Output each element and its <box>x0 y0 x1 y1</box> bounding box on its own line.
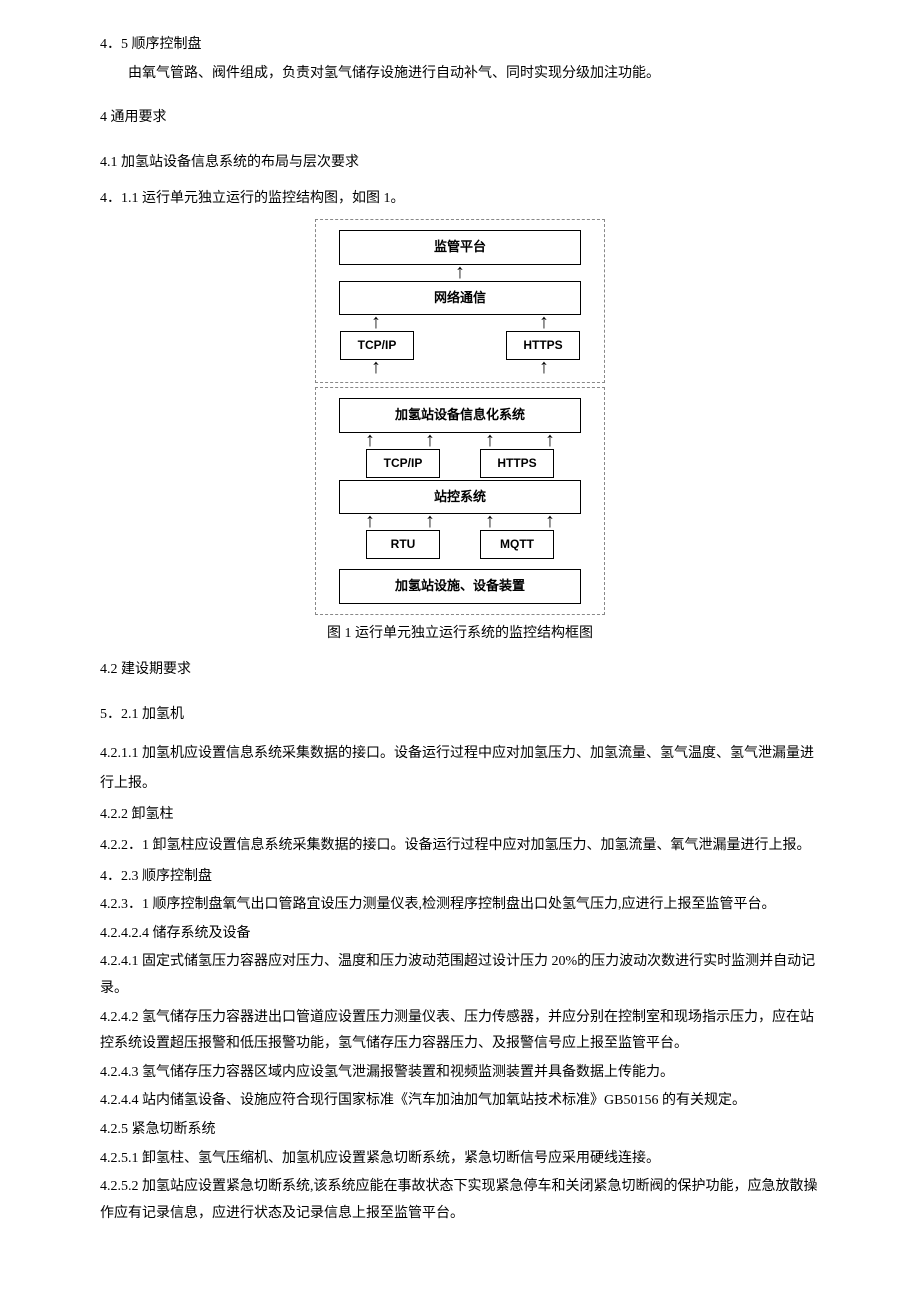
node-platform: 监管平台 <box>339 230 581 265</box>
arrow-icon: ↑ <box>508 360 580 376</box>
para-4-1-1: 4．1.1 运行单元独立运行的监控结构图，如图 1。 <box>100 186 820 213</box>
figure-1: 监管平台 ↑ 网络通信 ↑ ↑ TCP/IP HTTPS ↑ ↑ 加氢站设备信息… <box>100 219 820 647</box>
para-4-2-5-1: 4.2.5.1 卸氢柱、氢气压缩机、加氢机应设置紧急切断系统，紧急切断信号应采用… <box>100 1146 820 1173</box>
diagram-upper-group: 监管平台 ↑ 网络通信 ↑ ↑ TCP/IP HTTPS ↑ ↑ <box>315 219 605 383</box>
heading-4-2-5: 4.2.5 紧急切断系统 <box>100 1117 820 1144</box>
node-mqtt: MQTT <box>480 530 554 559</box>
heading-4-2-4: 4.2.4.2.4 储存系统及设备 <box>100 921 820 948</box>
arrow-row: ↑ ↑ ↑ ↑ <box>340 433 580 449</box>
arrow-icon: ↑ <box>530 514 570 530</box>
heading-4-2-2: 4.2.2 卸氢柱 <box>100 802 820 829</box>
arrow-row: ↑ ↑ <box>340 315 580 331</box>
node-station-control: 站控系统 <box>339 480 581 515</box>
arrow-icon: ↑ <box>455 265 465 281</box>
para-4-2-4-2: 4.2.4.2 氢气储存压力容器进出口管道应设置压力测量仪表、压力传感器，并应分… <box>100 1005 820 1058</box>
arrow-icon: ↑ <box>350 433 390 449</box>
heading-4-1: 4.1 加氢站设备信息系统的布局与层次要求 <box>100 150 820 177</box>
heading-4: 4 通用要求 <box>100 105 820 132</box>
node-info-system: 加氢站设备信息化系统 <box>339 398 581 433</box>
figure-caption: 图 1 运行单元独立运行系统的监控结构框图 <box>327 621 593 648</box>
para-4-2-4-3: 4.2.4.3 氢气储存压力容器区域内应设氢气泄漏报警装置和视频监测装置并具备数… <box>100 1060 820 1087</box>
arrow-icon: ↑ <box>530 433 570 449</box>
para-4-2-4-4: 4.2.4.4 站内储氢设备、设施应符合现行国家标准《汽车加油加气加氧站技术标准… <box>100 1088 820 1115</box>
heading-4-2-3: 4．2.3 顺序控制盘 <box>100 864 820 891</box>
node-https-2: HTTPS <box>480 449 554 478</box>
node-tcpip-2: TCP/IP <box>366 449 440 478</box>
arrow-icon: ↑ <box>470 433 510 449</box>
protocol-row-2: TCP/IP HTTPS <box>360 449 560 478</box>
para-4-2-1-1: 4.2.1.1 加氢机应设置信息系统采集数据的接口。设备运行过程中应对加氢压力、… <box>100 739 820 801</box>
heading-4-2-1: 5．2.1 加氢机 <box>100 702 820 729</box>
para-4-2-4-1: 4.2.4.1 固定式储氢压力容器应对压力、温度和压力波动范围超过设计压力 20… <box>100 949 820 1002</box>
para-4-2-5-2: 4.2.5.2 加氢站应设置紧急切断系统,该系统应能在事故状态下实现紧急停车和关… <box>100 1174 820 1227</box>
para-3-5-body: 由氧气管路、阀件组成，负责对氢气储存设施进行自动补气、同时实现分级加注功能。 <box>100 61 820 88</box>
node-equipment: 加氢站设施、设备装置 <box>339 569 581 604</box>
arrow-icon: ↑ <box>340 315 412 331</box>
arrow-row: ↑ ↑ ↑ ↑ <box>340 514 580 530</box>
diagram-lower-group: 加氢站设备信息化系统 ↑ ↑ ↑ ↑ TCP/IP HTTPS 站控系统 ↑ ↑… <box>315 387 605 615</box>
para-4-2-3-1: 4.2.3．1 顺序控制盘氧气出口管路宜设压力测量仪表,检测程序控制盘出口处氢气… <box>100 892 820 919</box>
arrow-icon: ↑ <box>508 315 580 331</box>
node-rtu: RTU <box>366 530 440 559</box>
heading-4-2: 4.2 建设期要求 <box>100 657 820 684</box>
heading-3-5: 4．5 顺序控制盘 <box>100 32 820 59</box>
arrow-icon: ↑ <box>350 514 390 530</box>
node-network: 网络通信 <box>339 281 581 316</box>
arrow-row: ↑ ↑ <box>340 360 580 376</box>
protocol-row-3: RTU MQTT <box>360 530 560 559</box>
arrow-icon: ↑ <box>470 514 510 530</box>
arrow-icon: ↑ <box>340 360 412 376</box>
arrow-icon: ↑ <box>410 433 450 449</box>
arrow-icon: ↑ <box>410 514 450 530</box>
para-4-2-2-1: 4.2.2．1 卸氢柱应设置信息系统采集数据的接口。设备运行过程中应对加氢压力、… <box>100 831 820 862</box>
